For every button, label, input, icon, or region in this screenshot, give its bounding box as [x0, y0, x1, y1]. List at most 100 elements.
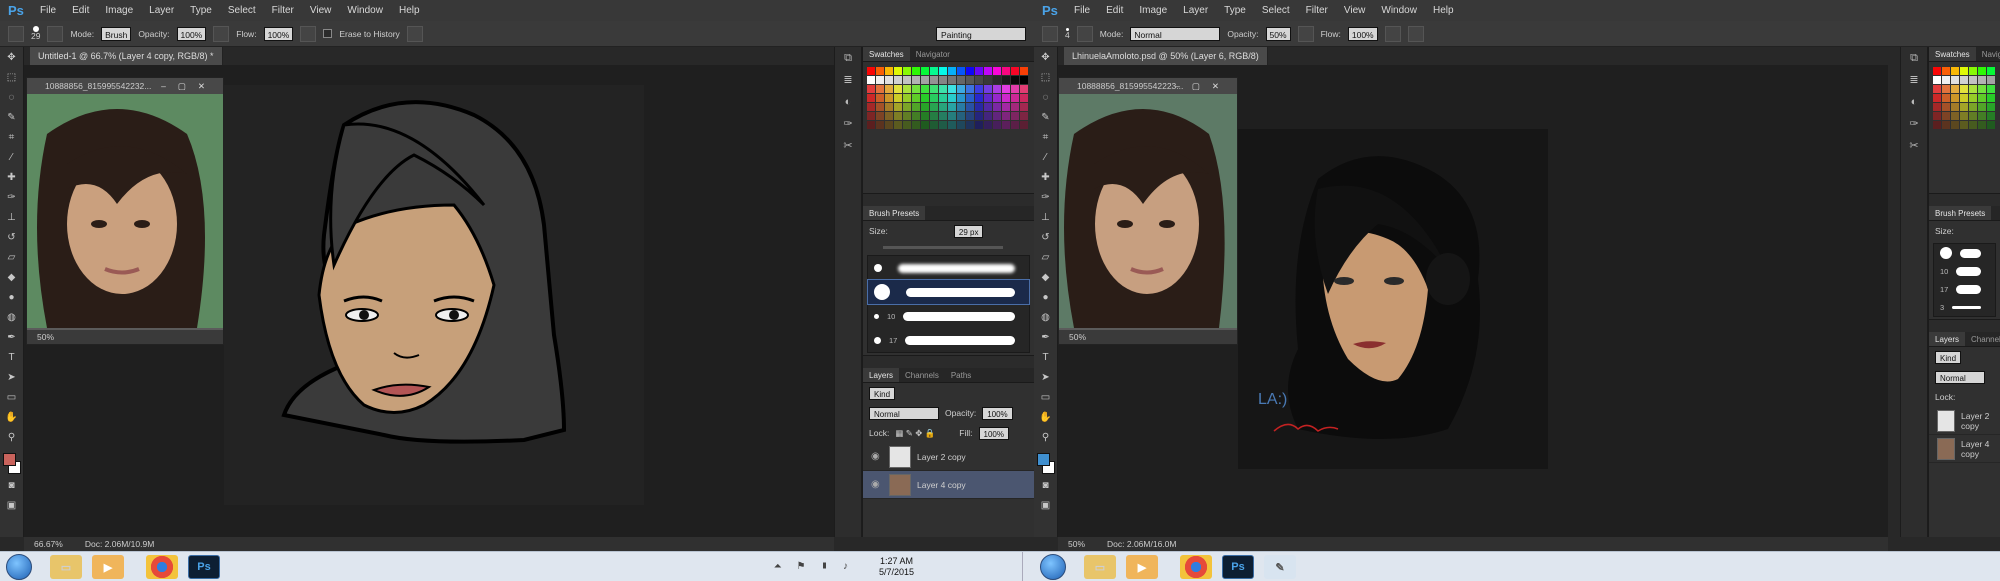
- type-tool-icon[interactable]: T: [0, 347, 23, 367]
- color-swatch[interactable]: [1951, 85, 1959, 93]
- color-swatch[interactable]: [984, 121, 992, 129]
- color-swatch[interactable]: [885, 121, 893, 129]
- color-swatch[interactable]: [1020, 67, 1028, 75]
- brush-preset-picker[interactable]: 29: [31, 26, 40, 41]
- color-swatch[interactable]: [1987, 112, 1995, 120]
- mode-select[interactable]: Brush: [101, 26, 132, 41]
- color-swatch[interactable]: [1002, 103, 1010, 111]
- layer-opacity-field[interactable]: 100%: [982, 406, 1013, 420]
- color-swatch[interactable]: [1933, 103, 1941, 111]
- color-swatch[interactable]: [885, 94, 893, 102]
- color-swatch[interactable]: [1969, 67, 1977, 75]
- reference-photo-window[interactable]: 10888856_815995542223... –▢✕ 50%: [1058, 77, 1238, 345]
- tab-paths[interactable]: Paths: [945, 368, 977, 382]
- path-select-tool-icon[interactable]: ➤: [0, 367, 23, 387]
- swatch-grid[interactable]: [863, 62, 1034, 193]
- color-swatch[interactable]: [939, 85, 947, 93]
- color-swatch[interactable]: [966, 121, 974, 129]
- color-swatch[interactable]: [885, 67, 893, 75]
- canvas-area[interactable]: 10888856_815995542232... –▢✕ 50%: [24, 65, 834, 537]
- color-swatch[interactable]: [1951, 112, 1959, 120]
- system-tray-icons[interactable]: ⏶ ⚑ ▮ ♪: [774, 561, 854, 572]
- color-swatch[interactable]: [1969, 85, 1977, 93]
- foreground-color-swatch[interactable]: [2, 453, 16, 466]
- menu-edit[interactable]: Edit: [64, 5, 97, 16]
- menu-filter[interactable]: Filter: [1298, 5, 1336, 16]
- color-swatch[interactable]: [885, 103, 893, 111]
- color-swatch[interactable]: [966, 76, 974, 84]
- tool-presets-icon[interactable]: ✂: [835, 135, 861, 157]
- lasso-tool-icon[interactable]: ◌: [1034, 87, 1057, 107]
- color-swatches[interactable]: [1036, 453, 1055, 475]
- color-swatch[interactable]: [903, 85, 911, 93]
- color-swatch[interactable]: [1987, 121, 1995, 129]
- blur-tool-icon[interactable]: ●: [1034, 287, 1057, 307]
- paint-bucket-tool-icon[interactable]: ◆: [0, 267, 23, 287]
- history-brush-tool-icon[interactable]: ↺: [0, 227, 23, 247]
- blur-tool-icon[interactable]: ●: [0, 287, 23, 307]
- color-swatch[interactable]: [1020, 94, 1028, 102]
- color-swatch[interactable]: [948, 85, 956, 93]
- hand-tool-icon[interactable]: ✋: [1034, 407, 1057, 427]
- color-swatch[interactable]: [912, 85, 920, 93]
- color-swatch[interactable]: [1969, 121, 1977, 129]
- color-swatch[interactable]: [885, 76, 893, 84]
- color-swatch[interactable]: [984, 112, 992, 120]
- color-swatch[interactable]: [930, 112, 938, 120]
- layer-row[interactable]: Layer 2 copy: [1929, 407, 2000, 435]
- path-select-tool-icon[interactable]: ➤: [1034, 367, 1057, 387]
- blend-mode-select[interactable]: Normal: [869, 406, 939, 420]
- clone-stamp-tool-icon[interactable]: ⊥: [0, 207, 23, 227]
- tab-swatches[interactable]: Swatches: [863, 47, 910, 61]
- tab-channels[interactable]: Channels: [899, 368, 945, 382]
- color-swatch[interactable]: [1020, 121, 1028, 129]
- tab-brush-presets[interactable]: Brush Presets: [1929, 206, 1992, 220]
- color-swatch[interactable]: [876, 76, 884, 84]
- color-swatch[interactable]: [1020, 112, 1028, 120]
- color-swatch[interactable]: [1942, 103, 1950, 111]
- color-swatch[interactable]: [975, 121, 983, 129]
- color-swatch[interactable]: [876, 112, 884, 120]
- eraser-tool-icon[interactable]: ▱: [0, 247, 23, 267]
- properties-panel-icon[interactable]: ≣: [1901, 69, 1927, 91]
- color-swatch[interactable]: [966, 94, 974, 102]
- pen-tool-icon[interactable]: ✒: [1034, 327, 1057, 347]
- color-swatch[interactable]: [1933, 76, 1941, 84]
- menu-view[interactable]: View: [1336, 5, 1374, 16]
- color-swatch[interactable]: [1951, 121, 1959, 129]
- menu-layer[interactable]: Layer: [1175, 5, 1216, 16]
- marquee-tool-icon[interactable]: ⬚: [0, 67, 23, 87]
- menu-filter[interactable]: Filter: [264, 5, 302, 16]
- color-swatch[interactable]: [939, 121, 947, 129]
- color-swatch[interactable]: [876, 67, 884, 75]
- color-swatch[interactable]: [1969, 103, 1977, 111]
- healing-tool-icon[interactable]: ✚: [0, 167, 23, 187]
- healing-tool-icon[interactable]: ✚: [1034, 167, 1057, 187]
- color-swatch[interactable]: [1020, 103, 1028, 111]
- workspace-select[interactable]: Painting: [936, 26, 1026, 41]
- zoom-tool-icon[interactable]: ⚲: [0, 427, 23, 447]
- menu-help[interactable]: Help: [391, 5, 428, 16]
- brush-preset-item[interactable]: 10: [868, 304, 1029, 328]
- color-swatch[interactable]: [993, 76, 1001, 84]
- color-swatch[interactable]: [1978, 103, 1986, 111]
- color-swatch[interactable]: [939, 94, 947, 102]
- quick-mask-icon[interactable]: ◙: [1034, 475, 1057, 495]
- color-swatch[interactable]: [1011, 85, 1019, 93]
- history-panel-icon[interactable]: ⧉: [1901, 47, 1927, 69]
- color-swatch[interactable]: [921, 103, 929, 111]
- color-swatch[interactable]: [984, 94, 992, 102]
- color-swatch[interactable]: [921, 94, 929, 102]
- screen-mode-icon[interactable]: ▣: [1034, 495, 1057, 515]
- color-swatch[interactable]: [984, 85, 992, 93]
- color-swatch[interactable]: [1942, 94, 1950, 102]
- color-swatch[interactable]: [1987, 103, 1995, 111]
- color-swatch[interactable]: [876, 85, 884, 93]
- adjustments-panel-icon[interactable]: ◐: [1901, 91, 1927, 113]
- visibility-eye-icon[interactable]: ◉: [871, 479, 883, 490]
- color-swatch[interactable]: [1942, 85, 1950, 93]
- brush-preset-item[interactable]: 10: [1934, 262, 1995, 280]
- color-swatch[interactable]: [912, 121, 920, 129]
- brush-preset-picker[interactable]: 4: [1065, 27, 1070, 40]
- flow-field[interactable]: 100%: [1347, 26, 1378, 41]
